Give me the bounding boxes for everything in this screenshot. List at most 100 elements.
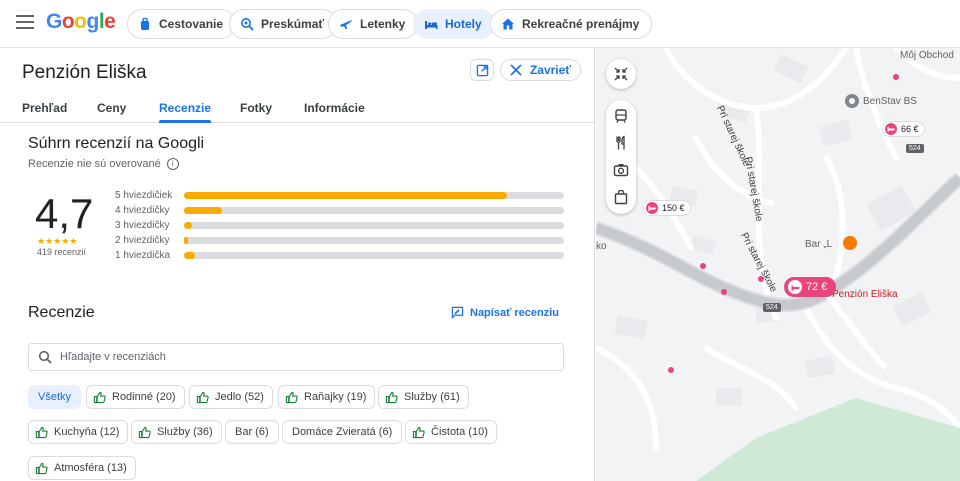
shopping-icon[interactable] bbox=[613, 189, 629, 205]
map-poi-label[interactable]: Môj Obchod bbox=[900, 50, 954, 61]
reviews-title: Recenzie bbox=[28, 304, 95, 321]
thumb-up-icon bbox=[285, 391, 298, 403]
thumb-up-icon bbox=[35, 462, 48, 474]
collapse-map-button[interactable] bbox=[606, 59, 636, 89]
tab-info[interactable]: Informácie bbox=[304, 101, 365, 115]
logo-letter: g bbox=[86, 10, 100, 33]
thumb-up-icon bbox=[196, 391, 209, 403]
search-icon bbox=[38, 350, 52, 364]
top-bar: Google Cestovanie Preskúmať Letenky Hote… bbox=[0, 0, 960, 48]
average-rating: 4,7 bbox=[35, 190, 94, 237]
open-in-new-button[interactable] bbox=[470, 59, 494, 81]
distribution-bar bbox=[184, 237, 564, 244]
filter-chip-bar[interactable]: Bar (6) bbox=[225, 420, 279, 444]
google-logo[interactable]: Google bbox=[46, 10, 116, 34]
distribution-bar-fill bbox=[184, 207, 222, 214]
nav-chip-label: Cestovanie bbox=[159, 17, 224, 31]
map-layer-tools bbox=[606, 100, 636, 214]
filter-chip-atmosphere[interactable]: Atmosféra (13) bbox=[28, 456, 136, 480]
filter-chip-label: Jedlo (52) bbox=[215, 391, 264, 403]
distribution-bar bbox=[184, 192, 564, 199]
tab-prices[interactable]: Ceny bbox=[97, 101, 126, 115]
nav-chip-travel[interactable]: Cestovanie bbox=[127, 9, 237, 39]
tab-reviews[interactable]: Recenzie bbox=[159, 101, 212, 123]
nav-chip-label: Preskúmať bbox=[261, 17, 325, 31]
house-icon bbox=[502, 18, 514, 30]
filter-chip-family[interactable]: Rodinné (20) bbox=[86, 385, 185, 409]
nav-chip-explore[interactable]: Preskúmať bbox=[229, 9, 338, 39]
distribution-label: 3 hviezdičky bbox=[115, 220, 170, 231]
nav-chip-hotels[interactable]: Hotely bbox=[413, 9, 495, 39]
map[interactable]: Môj Obchod BenStav BS Bar „L Penzión Eli… bbox=[596, 48, 960, 481]
close-button[interactable]: Zavrieť bbox=[500, 59, 581, 81]
thumb-up-icon bbox=[93, 391, 106, 403]
close-button-label: Zavrieť bbox=[529, 63, 572, 77]
filter-chip-label: Všetky bbox=[38, 391, 72, 403]
nav-chip-label: Hotely bbox=[445, 17, 482, 31]
hotel-price-pin[interactable]: 66 € bbox=[882, 121, 925, 137]
airplane-icon bbox=[340, 20, 352, 29]
filter-chip-cuisine[interactable]: Kuchyňa (12) bbox=[28, 420, 129, 444]
map-poi-label[interactable]: Bar „L bbox=[805, 239, 832, 250]
info-icon[interactable]: i bbox=[166, 158, 179, 170]
write-review-button[interactable]: Napísať recenziu bbox=[451, 306, 559, 319]
thumb-up-icon bbox=[138, 426, 151, 438]
hotel-price: 150 € bbox=[662, 203, 685, 213]
filter-chip-services-2[interactable]: Služby (36) bbox=[131, 420, 222, 444]
open-in-new-icon bbox=[476, 64, 488, 76]
filter-chip-label: Bar (6) bbox=[235, 426, 269, 438]
rating-distribution-row[interactable]: 2 hviezdičky bbox=[115, 233, 564, 248]
hotel-icon bbox=[885, 123, 897, 135]
review-search-box[interactable] bbox=[28, 343, 564, 371]
write-review-label: Napísať recenziu bbox=[470, 306, 560, 319]
thumb-up-icon bbox=[35, 426, 48, 438]
bed-icon bbox=[425, 21, 438, 29]
rating-distribution-row[interactable]: 5 hviezdičiek bbox=[115, 188, 564, 203]
restaurant-icon[interactable] bbox=[613, 135, 629, 151]
nav-chip-flights[interactable]: Letenky bbox=[328, 9, 419, 39]
filter-chip-all[interactable]: Všetky bbox=[28, 385, 82, 409]
tab-photos[interactable]: Fotky bbox=[240, 101, 272, 115]
nav-chip-label: Rekreačné prenájmy bbox=[522, 17, 640, 31]
unverified-text: Recenzie nie sú overované bbox=[28, 158, 161, 170]
page-title: Penzión Eliška bbox=[22, 62, 147, 83]
review-summary-title: Súhrn recenzií na Googli bbox=[28, 135, 205, 152]
logo-letter: e bbox=[104, 10, 116, 33]
distribution-label: 5 hviezdičiek bbox=[115, 190, 173, 201]
hotel-icon bbox=[788, 280, 802, 294]
filter-chip-cleanliness[interactable]: Čistota (10) bbox=[405, 420, 497, 444]
rating-distribution-row[interactable]: 4 hviezdičky bbox=[115, 203, 564, 218]
distribution-bar bbox=[184, 222, 564, 229]
logo-letter: o bbox=[61, 10, 75, 33]
thumb-up-icon bbox=[412, 426, 425, 438]
distribution-label: 4 hviezdičky bbox=[115, 205, 170, 216]
review-count[interactable]: 419 recenzií bbox=[37, 247, 86, 257]
logo-letter: o bbox=[74, 10, 87, 33]
filter-chip-label: Služby (36) bbox=[157, 426, 213, 438]
collapse-icon bbox=[614, 67, 628, 81]
distribution-bar-fill bbox=[184, 192, 507, 199]
menu-icon[interactable] bbox=[16, 15, 34, 31]
review-search-input[interactable] bbox=[60, 351, 540, 363]
rating-distribution-row[interactable]: 3 hviezdičky bbox=[115, 218, 564, 233]
map-poi-label[interactable]: Penzión Eliška bbox=[832, 289, 898, 300]
star-rating-icons: ★★★★★ bbox=[37, 236, 78, 246]
filter-chip-pets[interactable]: Domáce Zvieratá (6) bbox=[282, 420, 403, 444]
rating-distribution-row[interactable]: 1 hviezdička bbox=[115, 248, 564, 263]
attractions-icon[interactable] bbox=[613, 162, 629, 178]
nav-chip-vacation-rentals[interactable]: Rekreačné prenájmy bbox=[490, 9, 653, 39]
filter-chip-services[interactable]: Služby (61) bbox=[378, 385, 469, 409]
explore-search-icon bbox=[241, 18, 254, 31]
filter-chip-food[interactable]: Jedlo (52) bbox=[189, 385, 273, 409]
rate-review-icon bbox=[451, 306, 464, 319]
map-poi-label[interactable]: BenStav BS bbox=[863, 96, 917, 107]
map-base bbox=[596, 48, 960, 481]
filter-chip-label: Domáce Zvieratá (6) bbox=[292, 426, 393, 438]
transit-icon[interactable] bbox=[613, 108, 629, 124]
filter-chip-breakfast[interactable]: Raňajky (19) bbox=[278, 385, 376, 409]
distribution-bar bbox=[184, 207, 564, 214]
tab-overview[interactable]: Prehľad bbox=[22, 101, 67, 115]
nav-chip-label: Letenky bbox=[360, 17, 406, 31]
hotel-price-pin[interactable]: 150 € bbox=[643, 200, 691, 216]
hotel-price-pin-selected[interactable]: 72 € bbox=[784, 277, 837, 297]
